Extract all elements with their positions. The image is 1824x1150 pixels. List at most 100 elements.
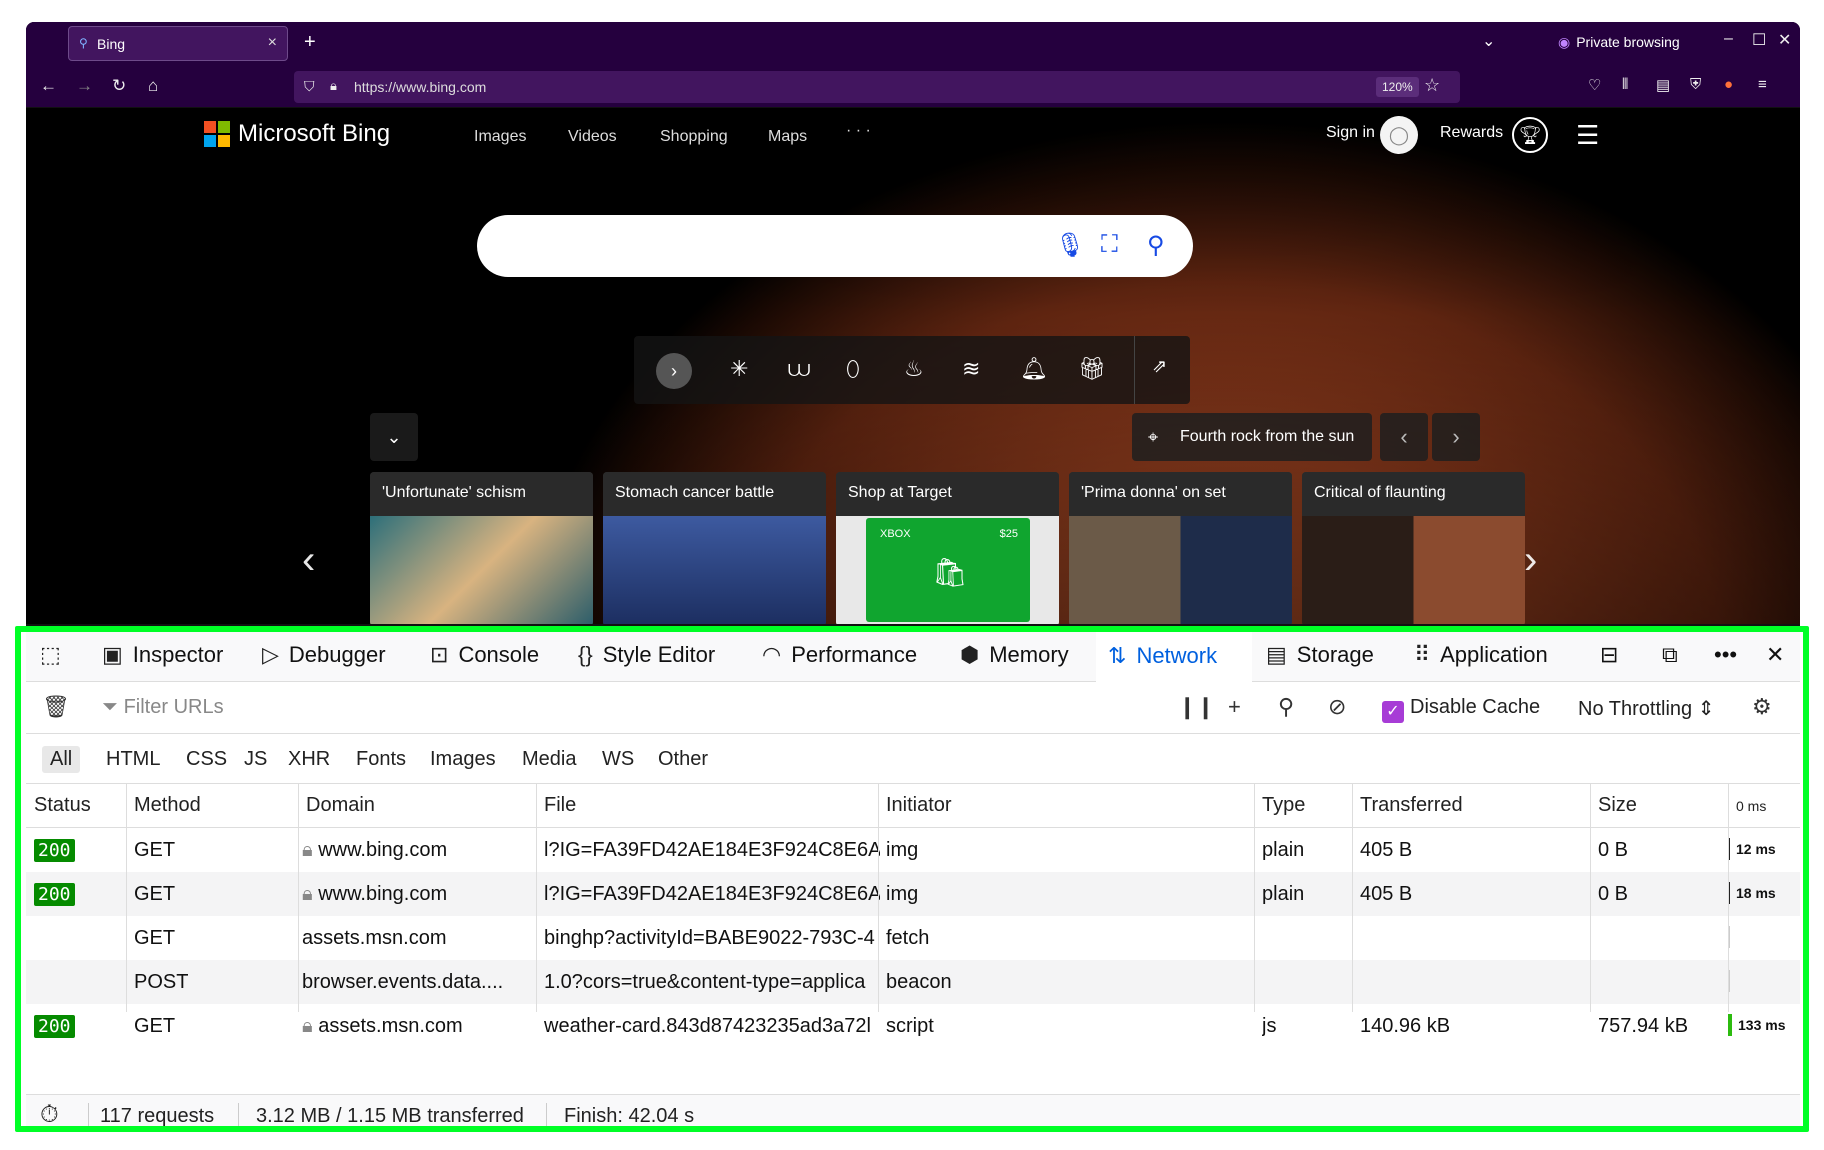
tab-inspector[interactable]: ▣ Inspector <box>102 628 223 682</box>
rewards-link[interactable]: Rewards <box>1440 124 1503 142</box>
column-file[interactable]: File <box>544 794 576 817</box>
element-picker-button[interactable]: ⬚ <box>40 628 71 682</box>
search-icon[interactable]: ⚲ <box>1147 231 1165 260</box>
menu-maps[interactable]: Maps <box>768 128 807 146</box>
library-icon[interactable]: ⫴ <box>1622 76 1628 93</box>
close-devtools-icon[interactable]: ✕ <box>1766 628 1784 682</box>
news-card[interactable]: Shop at Target XBOX $25 🛍︎ <box>836 472 1059 624</box>
news-card[interactable]: Critical of flaunting <box>1302 472 1525 624</box>
pause-icon[interactable]: ❙❙ <box>1178 694 1215 720</box>
new-tab-button[interactable]: + <box>304 31 316 54</box>
hamburger-menu-icon[interactable]: ☰ <box>1576 120 1599 151</box>
table-row[interactable]: 200 GET 🔒︎ assets.msn.com weather-card.843d… <box>26 1004 1800 1048</box>
type-filter-images[interactable]: Images <box>422 746 504 773</box>
table-row[interactable]: POST browser.events.data.... 1.0?cors=true… <box>26 960 1800 1004</box>
type-filter-ws[interactable]: WS <box>594 746 642 773</box>
back-icon[interactable]: ← <box>40 76 57 96</box>
column-divider[interactable] <box>298 784 299 1012</box>
column-type[interactable]: Type <box>1262 794 1305 817</box>
column-initiator[interactable]: Initiator <box>886 794 952 817</box>
more-options-icon[interactable]: ••• <box>1714 628 1737 682</box>
lock-icon[interactable]: 🔒︎ <box>330 78 337 94</box>
menu-more[interactable]: · · · <box>846 122 871 140</box>
column-divider[interactable] <box>1728 784 1729 1012</box>
extension-icon[interactable]: ● <box>1724 76 1733 93</box>
block-icon[interactable]: ⊘ <box>1328 694 1346 720</box>
maximize-icon[interactable]: ☐ <box>1752 30 1766 50</box>
egg-icon[interactable]: ⬯ <box>846 356 860 382</box>
tab-network[interactable]: ⇅ Network <box>1096 628 1252 682</box>
filter-urls-input[interactable]: ⏷ Filter URLs <box>102 696 224 719</box>
tab-console[interactable]: ⊡ Console <box>430 628 539 682</box>
avatar-icon[interactable]: ◯ <box>1380 116 1418 154</box>
extension-shield-icon[interactable]: ⛨ <box>1690 76 1701 93</box>
forward-icon[interactable]: → <box>76 76 93 96</box>
prev-image-icon[interactable]: ‹ <box>1380 413 1428 461</box>
bing-logo[interactable]: Microsoft Bing <box>204 120 390 148</box>
tab-list-chevron-icon[interactable]: ⌄ <box>1482 31 1495 51</box>
column-divider[interactable] <box>536 784 537 1012</box>
url-text[interactable]: https://www.bing.com <box>354 79 486 95</box>
column-method[interactable]: Method <box>134 794 201 817</box>
column-waterfall[interactable]: 0 ms <box>1736 798 1766 814</box>
ribbon-icon[interactable]: ≋ <box>962 356 980 382</box>
close-window-icon[interactable]: ✕ <box>1778 30 1791 50</box>
disable-cache-checkbox[interactable]: ✓ Disable Cache <box>1382 696 1540 723</box>
menu-shopping[interactable]: Shopping <box>660 128 728 146</box>
image-location[interactable]: ⌖ Fourth rock from the sun <box>1132 413 1372 461</box>
tab-performance[interactable]: ◠ Performance <box>762 628 917 682</box>
gift-icon[interactable]: 🎁︎ <box>1078 356 1106 382</box>
column-divider[interactable] <box>1254 784 1255 1012</box>
minimize-icon[interactable]: – <box>1724 30 1733 48</box>
type-filter-all[interactable]: All <box>42 746 81 773</box>
home-icon[interactable]: ⌂ <box>148 76 158 96</box>
dock-options-icon[interactable]: ⊟ <box>1600 628 1618 682</box>
tab-storage[interactable]: ▤ Storage <box>1266 628 1374 682</box>
collapse-chevron-icon[interactable]: ⌄ <box>370 413 418 461</box>
carousel-prev-icon[interactable]: ‹ <box>302 538 315 583</box>
tracking-shield-icon[interactable]: ⛉ <box>304 78 315 95</box>
fire-icon[interactable]: ♨ <box>904 356 924 382</box>
menu-videos[interactable]: Videos <box>568 128 617 146</box>
type-filter-fonts[interactable]: Fonts <box>348 746 414 773</box>
type-filter-css[interactable]: CSS <box>178 746 235 773</box>
pocket-icon[interactable]: ♡ <box>1588 76 1601 94</box>
tab-debugger[interactable]: ▷ Debugger <box>262 628 386 682</box>
column-status[interactable]: Status <box>34 794 91 817</box>
throttling-select[interactable]: No Throttling ⇕ <box>1578 696 1714 721</box>
close-tab-icon[interactable]: × <box>268 34 277 52</box>
type-filter-other[interactable]: Other <box>650 746 716 773</box>
tab-memory[interactable]: ⬢ Memory <box>960 628 1069 682</box>
column-divider[interactable] <box>126 784 127 1012</box>
column-size[interactable]: Size <box>1598 794 1637 817</box>
responsive-design-icon[interactable]: ⧉ <box>1662 628 1678 682</box>
search-box[interactable]: 🎙︎ ⛶ ⚲ <box>477 215 1193 277</box>
next-image-icon[interactable]: › <box>1432 413 1480 461</box>
settings-gear-icon[interactable]: ⚙ <box>1752 694 1772 720</box>
column-divider[interactable] <box>878 784 879 1012</box>
table-row[interactable]: 200 GET 🔒︎ www.bing.com l?IG=FA39FD42AE184E… <box>26 828 1800 872</box>
column-divider[interactable] <box>1352 784 1353 1012</box>
column-domain[interactable]: Domain <box>306 794 375 817</box>
type-filter-xhr[interactable]: XHR <box>280 746 338 773</box>
rewards-trophy-icon[interactable]: 🏆︎ <box>1512 117 1548 153</box>
zoom-level[interactable]: 120% <box>1376 77 1419 97</box>
clear-trash-icon[interactable]: 🗑︎ <box>42 694 70 720</box>
reload-icon[interactable]: ↻ <box>112 76 126 96</box>
type-filter-html[interactable]: HTML <box>98 746 168 773</box>
news-card[interactable]: 'Unfortunate' schism <box>370 472 593 624</box>
type-filter-js[interactable]: JS <box>236 746 275 773</box>
sidebar-icon[interactable]: ▤ <box>1656 76 1670 94</box>
column-divider[interactable] <box>1590 784 1591 1012</box>
visual-search-icon[interactable]: ⛶ <box>1101 231 1118 259</box>
bell-icon[interactable]: 🔔︎ <box>1020 356 1048 382</box>
tab-application[interactable]: ⠿ Application <box>1414 628 1548 682</box>
menu-images[interactable]: Images <box>474 128 526 146</box>
app-menu-icon[interactable]: ≡ <box>1758 76 1767 93</box>
icicle-icon[interactable]: ⩊ <box>788 356 810 382</box>
share-icon[interactable]: ⇗ <box>1152 356 1167 377</box>
news-card[interactable]: 'Prima donna' on set <box>1069 472 1292 624</box>
column-transferred[interactable]: Transferred <box>1360 794 1463 817</box>
snowflake-icon[interactable]: ✳ <box>730 356 748 382</box>
url-bar[interactable]: ⛉ 🔒︎ https://www.bing.com 120% ☆ <box>294 71 1460 103</box>
